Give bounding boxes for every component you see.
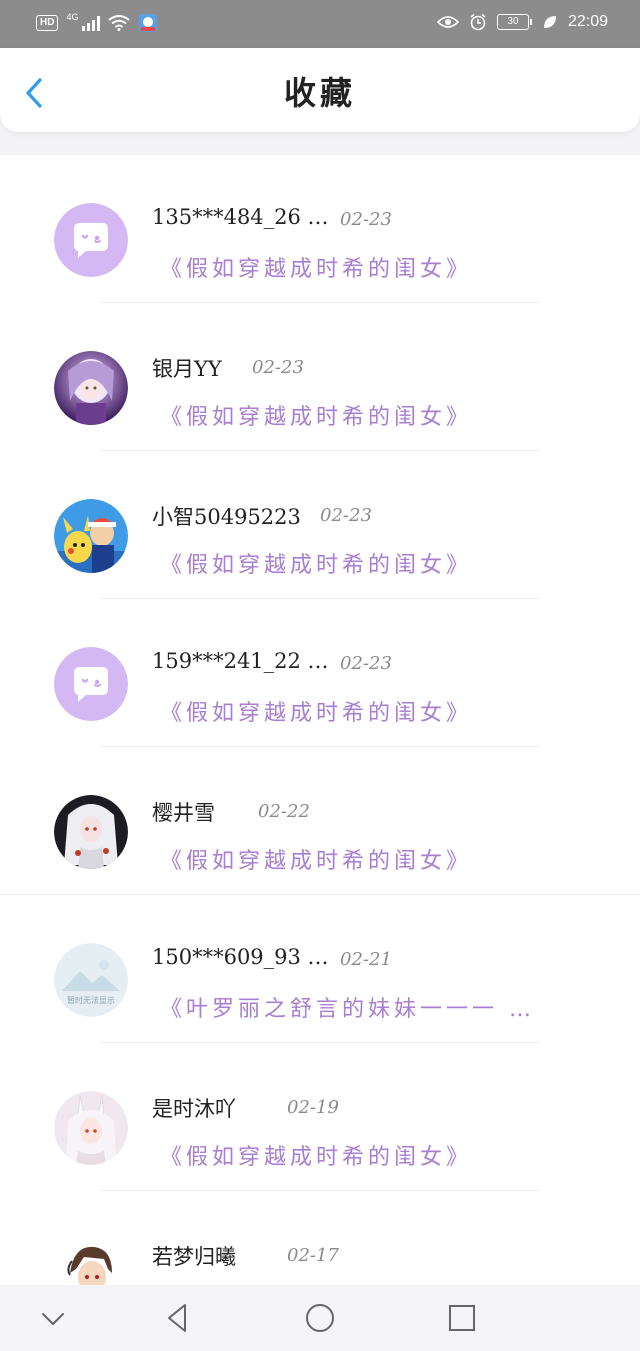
favorite-date: 02-23	[320, 505, 372, 526]
back-triangle-icon[interactable]	[161, 1301, 195, 1335]
header-bar: 收藏	[0, 48, 640, 132]
user-name: 159***241_22 …	[152, 649, 329, 673]
user-name: 樱井雪	[152, 801, 215, 825]
anime-girl-white-hair-avatar-icon	[54, 795, 128, 869]
book-title-link[interactable]: 《假如穿越成时希的闺女》	[160, 1139, 472, 1171]
avatar[interactable]	[54, 203, 128, 277]
app-notification-icon	[139, 14, 158, 32]
clock: 22:09	[567, 13, 608, 30]
recents-square-icon[interactable]	[445, 1301, 479, 1335]
status-right: 30 22:09	[436, 13, 608, 31]
signal-icon	[82, 15, 101, 31]
avatar[interactable]	[54, 351, 128, 425]
book-title-link[interactable]: 《假如穿越成时希的闺女》	[160, 547, 472, 579]
list-item[interactable]: 小智50495223 02-23 《假如穿越成时希的闺女》	[0, 451, 640, 599]
status-bar: HD 4G 30 22:09	[0, 0, 640, 48]
user-name: 小智50495223	[152, 505, 301, 529]
avatar[interactable]	[54, 499, 128, 573]
leaf-icon	[543, 16, 556, 28]
avatar[interactable]	[54, 795, 128, 869]
book-title-link[interactable]: 《假如穿越成时希的闺女》	[160, 251, 472, 283]
anime-girl-avatar-icon	[54, 351, 128, 425]
list-item[interactable]: 暂时无法显示 150***609_93 … 02-21 《叶罗丽之舒言的妹妹一一…	[0, 895, 640, 1043]
avatar[interactable]	[54, 1091, 128, 1165]
wifi-icon	[108, 15, 131, 31]
anime-boy-avatar-icon	[54, 1239, 128, 1285]
eye-icon	[436, 16, 459, 28]
user-name: 135***484_26 …	[152, 205, 329, 229]
user-name: 是时沐吖	[152, 1097, 236, 1121]
page-title: 收藏	[283, 74, 356, 112]
book-title-link[interactable]: 《叶罗丽之舒言的妹妹一一一 …	[160, 991, 535, 1023]
favorite-date: 02-22	[258, 801, 310, 822]
user-name: 若梦归曦	[152, 1245, 236, 1269]
avatar[interactable]: 暂时无法显示	[54, 943, 128, 1017]
list-item[interactable]: 是时沐吖 02-19 《假如穿越成时希的闺女》	[0, 1043, 640, 1191]
chat-bubble-icon	[54, 203, 128, 277]
list-item[interactable]: 银月YY 02-23 《假如穿越成时希的闺女》	[0, 303, 640, 451]
book-title-link[interactable]: 《假如穿越成时希的闺女》	[160, 399, 472, 431]
list-item[interactable]: 159***241_22 … 02-23 《假如穿越成时希的闺女》	[0, 599, 640, 747]
favorite-date: 02-23	[340, 653, 392, 674]
list-item[interactable]: 若梦归曦 02-17	[0, 1191, 640, 1285]
book-title-link[interactable]: 《假如穿越成时希的闺女》	[160, 695, 472, 727]
list-item[interactable]: 樱井雪 02-22 《假如穿越成时希的闺女》	[0, 747, 640, 895]
pikachu-ash-avatar-icon	[54, 499, 128, 573]
placeholder-text: 暂时无法显示	[67, 996, 115, 1005]
system-nav-bar	[0, 1285, 640, 1351]
chat-bubble-icon	[54, 647, 128, 721]
hd-badge: HD	[36, 15, 59, 31]
alarm-icon	[470, 13, 486, 31]
user-name: 150***609_93 …	[152, 945, 329, 969]
avatar[interactable]	[54, 1239, 128, 1285]
favorite-date: 02-23	[252, 357, 304, 378]
user-name: 银月YY	[152, 357, 222, 381]
book-title-link[interactable]: 《假如穿越成时希的闺女》	[160, 843, 472, 875]
battery-level: 30	[496, 14, 529, 30]
chevron-down-icon[interactable]	[36, 1301, 70, 1335]
list-item[interactable]: 135***484_26 … 02-23 《假如穿越成时希的闺女》	[0, 155, 640, 303]
favorites-list: 135***484_26 … 02-23 《假如穿越成时希的闺女》 银月YY 0…	[0, 155, 640, 1285]
network-type: 4G	[66, 12, 79, 22]
avatar[interactable]	[54, 647, 128, 721]
battery-icon: 30	[496, 14, 532, 30]
favorite-date: 02-23	[340, 209, 392, 230]
home-circle-icon[interactable]	[303, 1301, 337, 1335]
favorite-date: 02-19	[287, 1097, 339, 1118]
anime-girl-bunny-ears-avatar-icon	[54, 1091, 128, 1165]
favorite-date: 02-17	[287, 1245, 339, 1266]
favorite-date: 02-21	[340, 949, 392, 970]
status-left: HD 4G	[36, 12, 158, 33]
